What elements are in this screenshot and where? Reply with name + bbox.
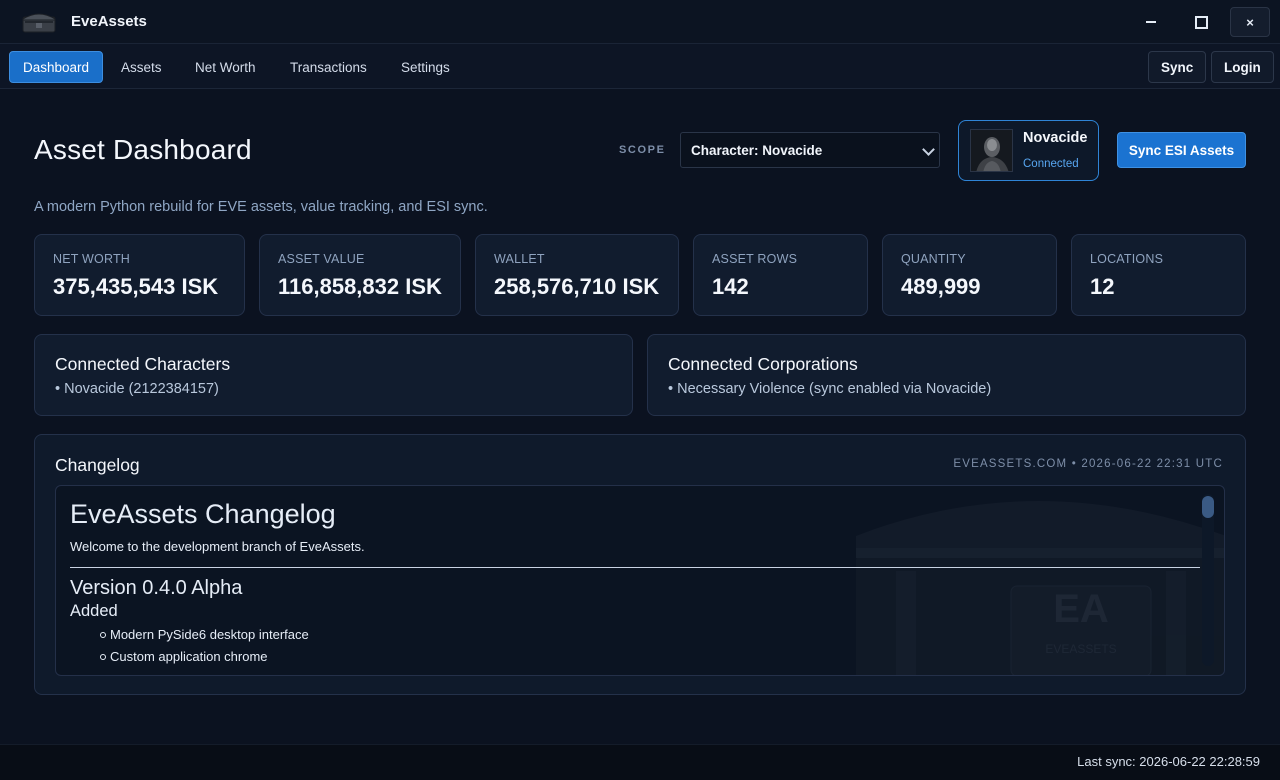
close-button[interactable]: × bbox=[1230, 7, 1270, 37]
connected-characters-panel: Connected Characters • Novacide (2122384… bbox=[34, 334, 633, 416]
close-icon: × bbox=[1246, 14, 1254, 30]
avatar bbox=[970, 129, 1013, 172]
stat-card-quantity: QUANTITY 489,999 bbox=[882, 234, 1057, 316]
character-card[interactable]: Novacide Connected bbox=[958, 120, 1099, 181]
watermark-text: EA bbox=[1053, 587, 1109, 631]
list-item: • Novacide (2122384157) bbox=[55, 381, 219, 397]
changelog-version: Version 0.4.0 Alpha bbox=[70, 577, 243, 599]
list-item-text: Custom application chrome bbox=[110, 649, 268, 664]
scope-label: SCOPE bbox=[619, 144, 666, 156]
stat-value: 116,858,832 ISK bbox=[278, 274, 442, 299]
sync-button[interactable]: Sync bbox=[1148, 51, 1207, 83]
list-item: • Necessary Violence (sync enabled via N… bbox=[668, 381, 992, 397]
page-subtitle: A modern Python rebuild for EVE assets, … bbox=[34, 199, 488, 215]
list-item: Modern PySide6 desktop interface bbox=[100, 627, 309, 642]
stat-label: ASSET ROWS bbox=[712, 252, 798, 266]
login-button[interactable]: Login bbox=[1211, 51, 1274, 83]
scrollbar[interactable] bbox=[1202, 494, 1214, 666]
minimize-icon bbox=[1146, 21, 1156, 23]
stat-label: LOCATIONS bbox=[1090, 252, 1164, 266]
nav-bar: Dashboard Assets Net Worth Transactions … bbox=[0, 44, 1280, 89]
stat-card-net-worth: NET WORTH 375,435,543 ISK bbox=[34, 234, 245, 316]
stat-label: WALLET bbox=[494, 252, 545, 266]
character-status: Connected bbox=[1023, 158, 1079, 170]
scope-select-value: Character: Novacide bbox=[691, 142, 823, 158]
stat-card-asset-value: ASSET VALUE 116,858,832 ISK bbox=[259, 234, 461, 316]
changelog-heading: EveAssets Changelog bbox=[70, 499, 336, 529]
scrollbar-thumb[interactable] bbox=[1202, 496, 1214, 518]
tab-net-worth[interactable]: Net Worth bbox=[182, 51, 269, 83]
changelog-meta: EVEASSETS.COM • 2026-06-22 22:31 UTC bbox=[953, 458, 1223, 470]
stat-label: QUANTITY bbox=[901, 252, 966, 266]
maximize-button[interactable] bbox=[1182, 8, 1220, 36]
chevron-down-icon bbox=[922, 143, 935, 156]
changelog-section: Added bbox=[70, 602, 118, 620]
tab-assets[interactable]: Assets bbox=[108, 51, 175, 83]
maximize-icon bbox=[1194, 15, 1208, 29]
last-sync-status: Last sync: 2026-06-22 22:28:59 bbox=[1077, 754, 1260, 769]
sync-esi-assets-button[interactable]: Sync ESI Assets bbox=[1117, 132, 1246, 168]
list-item: Custom application chrome bbox=[100, 649, 268, 664]
stat-value: 142 bbox=[712, 274, 749, 299]
status-bar: Last sync: 2026-06-22 22:28:59 bbox=[0, 744, 1280, 780]
stat-value: 12 bbox=[1090, 274, 1115, 299]
watermark-subtext: EVEASSETS bbox=[1045, 642, 1116, 656]
changelog-panel: Changelog EVEASSETS.COM • 2026-06-22 22:… bbox=[34, 434, 1246, 695]
stat-label: ASSET VALUE bbox=[278, 252, 365, 266]
changelog-welcome: Welcome to the development branch of Eve… bbox=[70, 539, 365, 554]
changelog-content[interactable]: EA EVEASSETS EveAssets Changelog Welcome… bbox=[55, 485, 1225, 676]
app-title: EveAssets bbox=[71, 13, 147, 30]
scope-select[interactable]: Character: Novacide bbox=[680, 132, 940, 168]
divider bbox=[70, 567, 1200, 568]
stat-value: 258,576,710 ISK bbox=[494, 274, 660, 299]
stat-value: 489,999 bbox=[901, 274, 981, 299]
stat-value: 375,435,543 ISK bbox=[53, 274, 219, 299]
stat-card-asset-rows: ASSET ROWS 142 bbox=[693, 234, 868, 316]
panel-title: Connected Corporations bbox=[668, 354, 858, 374]
bullet-icon bbox=[100, 654, 106, 660]
title-bar: EveAssets × bbox=[0, 0, 1280, 44]
changelog-title: Changelog bbox=[55, 455, 140, 475]
character-name: Novacide bbox=[1023, 130, 1088, 146]
bullet-icon bbox=[100, 632, 106, 638]
panel-title: Connected Characters bbox=[55, 354, 231, 374]
treasure-chest-watermark-icon: EA EVEASSETS bbox=[856, 501, 1224, 675]
stat-label: NET WORTH bbox=[53, 252, 131, 266]
page-title: Asset Dashboard bbox=[34, 134, 252, 165]
tab-settings[interactable]: Settings bbox=[388, 51, 463, 83]
minimize-button[interactable] bbox=[1132, 8, 1170, 36]
list-item-text: Modern PySide6 desktop interface bbox=[110, 627, 309, 642]
stat-card-locations: LOCATIONS 12 bbox=[1071, 234, 1246, 316]
tab-transactions[interactable]: Transactions bbox=[277, 51, 380, 83]
tab-dashboard[interactable]: Dashboard bbox=[9, 51, 104, 83]
connected-corporations-panel: Connected Corporations • Necessary Viole… bbox=[647, 334, 1246, 416]
treasure-chest-icon bbox=[22, 13, 56, 33]
stat-card-wallet: WALLET 258,576,710 ISK bbox=[475, 234, 679, 316]
